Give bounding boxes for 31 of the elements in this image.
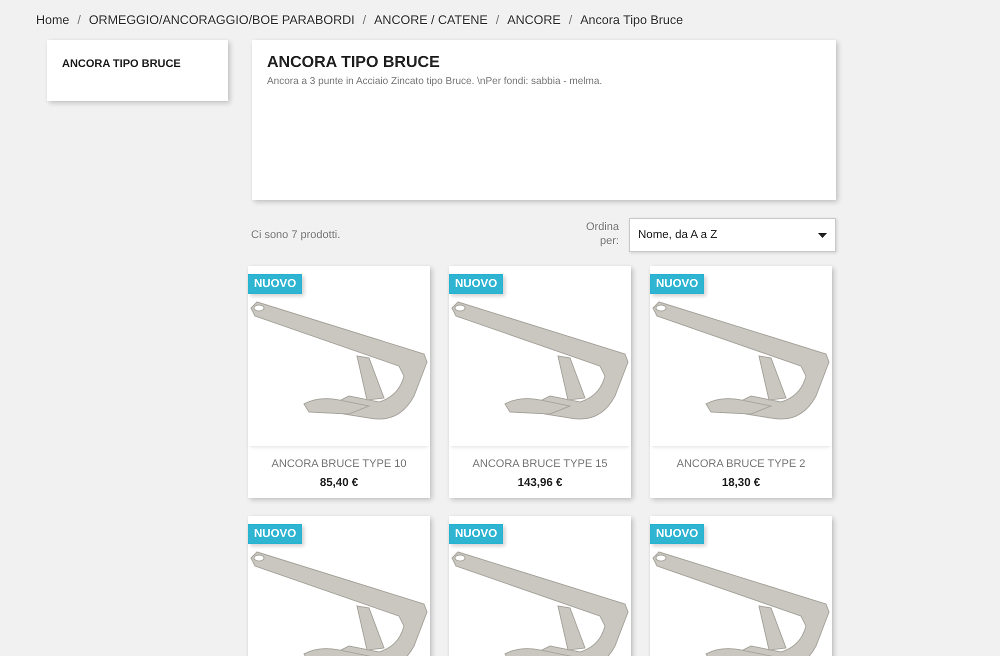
breadcrumb-current-page: Ancora Tipo Bruce	[580, 13, 684, 27]
product-name[interactable]: ANCORA BRUCE TYPE 2	[650, 458, 832, 470]
new-badge: NUOVO	[650, 524, 704, 544]
caret-icon	[818, 232, 827, 238]
sort-dropdown[interactable]: Nome, da A a Z	[629, 218, 836, 252]
new-badge: NUOVO	[248, 274, 302, 294]
breadcrumb-link[interactable]: ORMEGGIO/ANCORAGGIO/BOE PARABORDI	[88, 13, 355, 27]
category-title: ANCORA TIPO BRUCE	[267, 54, 441, 72]
category-description: Ancora a 3 punte in Acciaio Zincato tipo Bruce. \nPer fondi: sabbia - melma.	[267, 76, 604, 87]
sort-label: Ordina per:	[584, 221, 619, 249]
product-price: 85,40 €	[318, 477, 360, 489]
product-name[interactable]: ANCORA BRUCE TYPE 10	[248, 458, 430, 470]
product-card[interactable]: NUOVO ANCORA BRUCE TYPE 15 143,96 €	[449, 266, 631, 498]
breadcrumb-separator: /	[362, 13, 366, 27]
breadcrumb-separator: /	[77, 13, 81, 27]
product-price: 18,30 €	[720, 477, 762, 489]
new-badge: NUOVO	[449, 274, 504, 294]
product-card[interactable]: NUOVO ANCORA BRUCE TYPE 10 85,40 €	[248, 266, 430, 498]
breadcrumb-link[interactable]: ANCORE / CATENE	[374, 13, 488, 27]
product-price: 143,96 €	[516, 477, 564, 489]
new-badge: NUOVO	[248, 524, 302, 544]
product-name[interactable]: ANCORA BRUCE TYPE 15	[449, 458, 631, 470]
product-card[interactable]: NUOVO ANCORA BRUCE TYPE 2 18,30 €	[650, 266, 832, 498]
new-badge: NUOVO	[650, 274, 704, 294]
breadcrumb-link[interactable]: ANCORE	[507, 13, 561, 27]
sidebar-title[interactable]: ANCORA TIPO BRUCE	[62, 58, 213, 70]
new-badge: NUOVO	[449, 524, 504, 544]
breadcrumb-link[interactable]: Home	[36, 13, 70, 27]
product-count: Ci sono 7 prodotti.	[251, 229, 342, 241]
breadcrumb-separator: /	[496, 13, 500, 27]
breadcrumb-separator: /	[568, 13, 572, 27]
